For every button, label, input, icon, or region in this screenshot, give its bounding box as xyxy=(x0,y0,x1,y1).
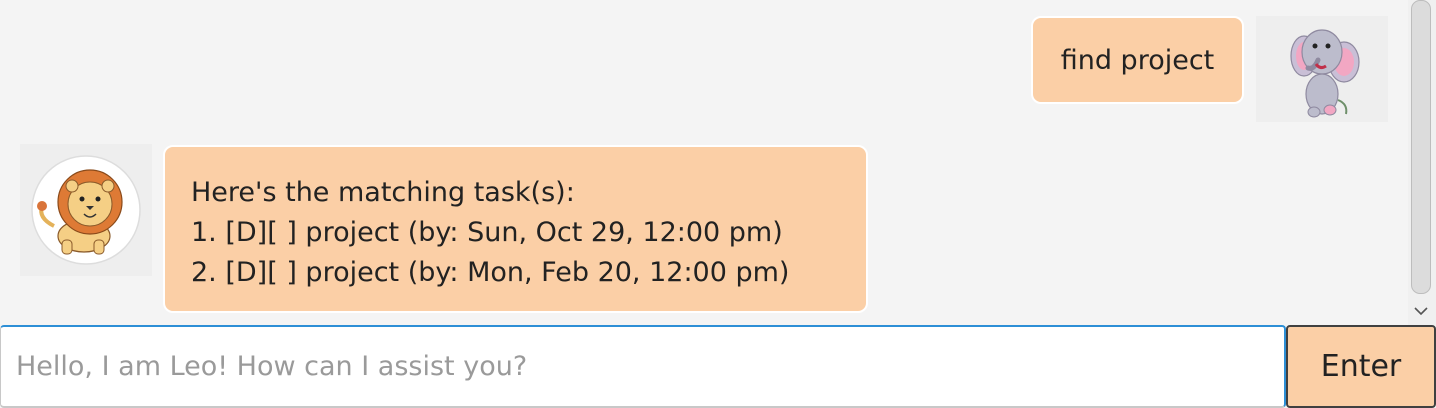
enter-button[interactable]: Enter xyxy=(1286,325,1436,408)
bot-message-line: 2. [D][ ] project (by: Mon, Feb 20, 12:0… xyxy=(191,257,790,288)
user-avatar xyxy=(1256,16,1388,122)
bot-message-header: Here's the matching task(s): xyxy=(191,177,575,208)
message-input[interactable] xyxy=(0,325,1286,408)
dialog-scroll-pane[interactable]: find project Here's the matching task(s)… xyxy=(0,0,1436,326)
input-row: Enter xyxy=(0,325,1436,408)
lion-icon xyxy=(31,155,141,265)
scrollbar-thumb[interactable] xyxy=(1411,0,1431,294)
elephant-icon xyxy=(1290,29,1360,118)
user-message-bubble: find project xyxy=(1031,16,1244,104)
bot-message-line: 1. [D][ ] project (by: Sun, Oct 29, 12:0… xyxy=(191,217,783,248)
user-message-text: find project xyxy=(1060,44,1215,76)
chat-window: find project Here's the matching task(s)… xyxy=(0,0,1436,408)
vertical-scrollbar[interactable] xyxy=(1408,0,1436,326)
bot-message-bubble: Here's the matching task(s): 1. [D][ ] p… xyxy=(163,145,868,313)
chevron-down-icon[interactable] xyxy=(1410,300,1432,322)
bot-avatar xyxy=(20,144,152,276)
